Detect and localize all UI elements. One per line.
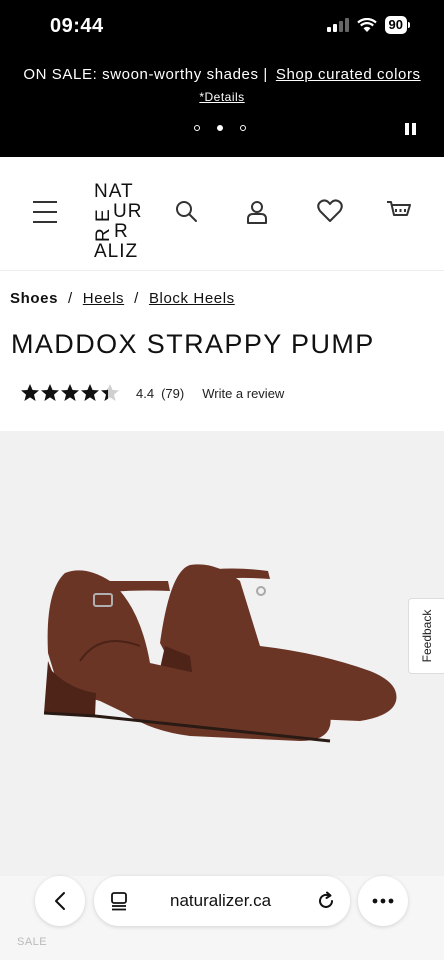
url-text: naturalizer.ca xyxy=(170,891,272,910)
pause-icon[interactable] xyxy=(405,123,416,135)
ellipsis-icon xyxy=(372,898,394,904)
star-icon xyxy=(61,384,79,401)
naturalizer-logo[interactable]: NAT E UR RR ALIZ xyxy=(93,181,143,262)
carousel-dot-active[interactable] xyxy=(217,125,223,131)
account-icon[interactable] xyxy=(245,199,269,225)
breadcrumb-block-heels[interactable]: Block Heels xyxy=(149,290,235,307)
product-image[interactable] xyxy=(0,431,444,876)
promo-text: ON SALE: swoon-worthy shades | xyxy=(23,66,268,83)
logo-line-1: NAT xyxy=(94,181,134,202)
product-title: MADDOX STRAPPY PUMP xyxy=(11,329,375,359)
wifi-icon xyxy=(356,17,377,32)
breadcrumb-separator: / xyxy=(68,290,73,307)
cart-icon[interactable] xyxy=(386,199,412,223)
star-icon xyxy=(81,384,99,401)
more-options-button[interactable] xyxy=(358,876,408,926)
sale-label: SALE xyxy=(17,936,48,948)
logo-line-3: RR xyxy=(93,221,129,242)
address-bar[interactable]: naturalizer.ca xyxy=(94,876,350,926)
shoe-image xyxy=(43,564,397,743)
breadcrumb-shoes[interactable]: Shoes xyxy=(10,290,58,307)
star-icon xyxy=(21,384,39,401)
battery-icon: 90 xyxy=(384,16,410,34)
status-time: 09:44 xyxy=(50,15,104,37)
carousel-dot[interactable] xyxy=(240,125,246,131)
breadcrumb: Shoes / Heels / Block Heels xyxy=(10,290,235,307)
tab-overview-icon[interactable] xyxy=(110,891,128,911)
back-button[interactable] xyxy=(35,876,85,926)
promo-details: *Details xyxy=(0,90,444,104)
rating-row: 4.4 (79) Write a review xyxy=(20,383,284,403)
battery-level: 90 xyxy=(384,16,407,34)
browser-toolbar: naturalizer.ca xyxy=(0,876,444,960)
details-link[interactable]: *Details xyxy=(199,90,244,104)
site-header: NAT E UR RR ALIZ xyxy=(0,157,444,271)
breadcrumb-separator: / xyxy=(134,290,139,307)
search-icon[interactable] xyxy=(174,199,198,223)
menu-icon[interactable] xyxy=(33,201,57,223)
cellular-signal-icon xyxy=(326,18,349,32)
carousel-dots xyxy=(194,125,246,131)
reload-icon[interactable] xyxy=(316,891,336,911)
feedback-label: Feedback xyxy=(419,609,434,663)
carousel-dot[interactable] xyxy=(194,125,200,131)
status-icons: 90 xyxy=(326,16,410,34)
chevron-left-icon xyxy=(55,892,65,910)
star-icon xyxy=(41,384,59,401)
promo-link[interactable]: Shop curated colors xyxy=(276,66,421,83)
rating-stars[interactable] xyxy=(20,383,120,403)
wishlist-heart-icon[interactable] xyxy=(317,199,343,223)
logo-line-2: E UR xyxy=(93,201,143,222)
write-review-link[interactable]: Write a review xyxy=(202,386,284,401)
promo-banner: ON SALE: swoon-worthy shades | Shop curat… xyxy=(0,66,444,83)
rating-count[interactable]: (79) xyxy=(161,386,184,401)
top-band: 09:44 90 ON SALE: swoon-worthy shades | S… xyxy=(0,0,444,157)
logo-line-4: ALIZ xyxy=(94,241,139,262)
star-icon xyxy=(101,384,119,401)
feedback-tab[interactable]: Feedback xyxy=(408,598,444,674)
rating-value: 4.4 xyxy=(136,385,155,401)
breadcrumb-heels[interactable]: Heels xyxy=(83,290,124,307)
